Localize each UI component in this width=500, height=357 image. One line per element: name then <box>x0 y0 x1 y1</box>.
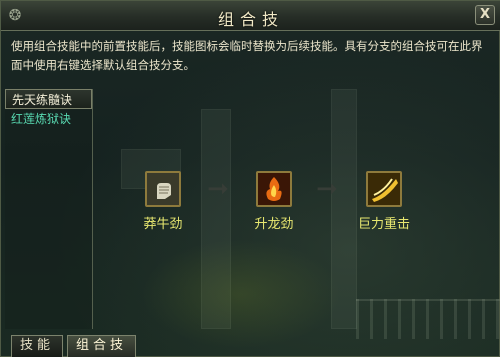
fist-icon <box>145 171 181 207</box>
skill-name: 莽牛劲 <box>143 217 183 232</box>
skill-shenglong[interactable]: 升龙劲 <box>234 171 314 232</box>
tab-skills[interactable]: 技能 <box>11 335 64 357</box>
close-button[interactable]: X <box>475 5 495 25</box>
strike-icon <box>366 171 402 207</box>
arrow-right-icon: ➞ <box>316 174 338 204</box>
combo-list-item-xiantian[interactable]: 先天练髓诀 <box>5 89 92 109</box>
flame-icon <box>256 171 292 207</box>
skill-name: 巨力重击 <box>357 217 410 232</box>
combo-skill-window: ❂ 组合技 X 使用组合技能中的前置技能后，技能图标会临时替换为后续技能。具有分… <box>0 0 500 357</box>
help-description: 使用组合技能中的前置技能后，技能图标会临时替换为后续技能。具有分支的组合技可在此… <box>11 39 483 72</box>
combo-list: 先天练髓诀 红莲炼狱诀 <box>5 89 93 329</box>
bottom-tabs: 技能 组合技 <box>11 335 140 357</box>
title-bar[interactable]: ❂ 组合技 X <box>1 1 500 31</box>
window-title: 组合技 <box>217 10 284 29</box>
skill-name: 升龙劲 <box>254 217 294 232</box>
skill-julizhongji[interactable]: 巨力重击 <box>344 171 424 232</box>
arrow-right-icon: ➞ <box>207 174 229 204</box>
tab-combo-skills[interactable]: 组合技 <box>67 335 137 357</box>
skill-mangniu[interactable]: 莽牛劲 <box>123 171 203 232</box>
combo-list-item-honglian[interactable]: 红莲炼狱诀 <box>5 109 92 129</box>
